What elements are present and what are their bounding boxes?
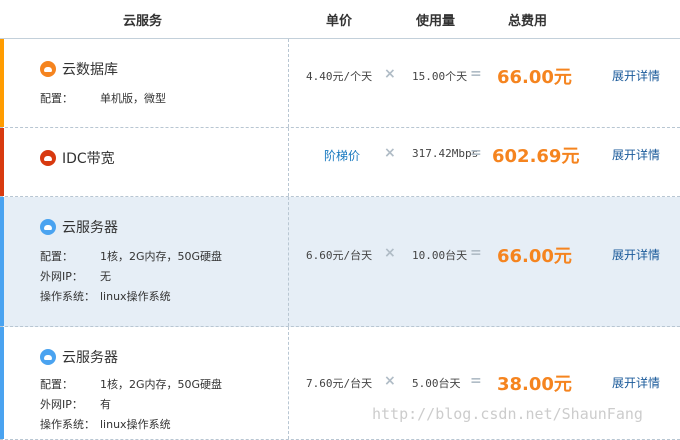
spec-line: 操作系统： linux操作系统 — [40, 287, 171, 307]
spec-label: 操作系统： — [40, 290, 95, 303]
unit-price: 7.60元/台天 — [306, 377, 373, 390]
usage: 5.00台天 — [412, 377, 461, 390]
spec-line: 外网IP： 无 — [40, 267, 111, 287]
total-cost: 38.00元 — [497, 374, 572, 395]
spec-line: 配置： 1核，2G内存，50G硬盘 — [40, 247, 222, 267]
service-name-label: 云服务器 — [62, 350, 118, 366]
spec-value: 1核，2G内存，50G硬盘 — [100, 250, 223, 263]
cloud-icon — [40, 150, 56, 166]
header-service: 云服务 — [123, 14, 163, 29]
unit-price[interactable]: 阶梯价 — [324, 147, 360, 164]
times-icon: × — [384, 373, 396, 389]
service-row: IDC带宽 阶梯价 × 317.42Mbps = 602.69元 展开详情 — [0, 128, 680, 197]
equals-icon: = — [470, 145, 482, 161]
times-icon: × — [384, 66, 396, 82]
usage: 15.00个天 — [412, 70, 468, 83]
spec-value: 无 — [100, 270, 111, 283]
header-total: 总费用 — [508, 14, 548, 29]
cloud-icon — [40, 61, 56, 77]
spec-value: 有 — [100, 398, 111, 411]
unit-price: 6.60元/台天 — [306, 249, 373, 262]
spec-label: 操作系统： — [40, 418, 95, 431]
unit-price: 4.40元/个天 — [306, 70, 373, 83]
table-header: 云服务 单价 使用量 总费用 — [0, 0, 680, 39]
equals-icon: = — [470, 373, 482, 389]
total-cost: 66.00元 — [497, 67, 572, 88]
service-name-label: 云数据库 — [62, 62, 118, 78]
spec-line: 操作系统： linux操作系统 — [40, 415, 171, 435]
spec-value: linux操作系统 — [100, 290, 171, 303]
column-divider — [288, 128, 289, 196]
row-color-bar — [0, 128, 4, 196]
header-unit-price: 单价 — [326, 14, 353, 29]
service-name: 云服务器 — [40, 347, 118, 367]
total-cost: 602.69元 — [492, 146, 580, 167]
column-divider — [288, 39, 289, 127]
cloud-icon — [40, 349, 56, 365]
spec-line: 外网IP： 有 — [40, 395, 111, 415]
usage: 10.00台天 — [412, 249, 468, 262]
service-name-label: IDC带宽 — [62, 151, 115, 167]
service-name-label: 云服务器 — [62, 220, 118, 236]
service-name: 云服务器 — [40, 217, 118, 237]
row-color-bar — [0, 39, 4, 127]
spec-line: 配置： 单机版，微型 — [40, 89, 166, 109]
spec-label: 配置： — [40, 378, 73, 391]
expand-details-link[interactable]: 展开详情 — [612, 246, 660, 263]
watermark: http://blog.csdn.net/ShaunFang — [372, 405, 643, 423]
spec-line: 配置： 1核，2G内存，50G硬盘 — [40, 375, 222, 395]
service-row: 云服务器配置： 1核，2G内存，50G硬盘外网IP： 有操作系统： linux操作系统… — [0, 327, 680, 440]
equals-icon: = — [470, 245, 482, 261]
cloud-icon — [40, 219, 56, 235]
expand-details-link[interactable]: 展开详情 — [612, 67, 660, 84]
row-color-bar — [0, 327, 4, 439]
column-divider — [288, 197, 289, 326]
usage: 317.42Mbps — [412, 147, 479, 160]
service-row: 云服务器配置： 1核，2G内存，50G硬盘外网IP： 无操作系统： linux操作系统… — [0, 197, 680, 327]
spec-label: 配置： — [40, 250, 73, 263]
spec-value: 1核，2G内存，50G硬盘 — [100, 378, 223, 391]
row-color-bar — [0, 197, 4, 326]
spec-label: 外网IP： — [40, 270, 83, 283]
service-name: 云数据库 — [40, 59, 118, 79]
total-cost: 66.00元 — [497, 246, 572, 267]
expand-details-link[interactable]: 展开详情 — [612, 146, 660, 163]
spec-label: 外网IP： — [40, 398, 83, 411]
spec-label: 配置： — [40, 92, 73, 105]
times-icon: × — [384, 145, 396, 161]
service-row: 云数据库配置： 单机版，微型 4.40元/个天 × 15.00个天 = 66.00元… — [0, 39, 680, 128]
spec-value: 单机版，微型 — [100, 92, 166, 105]
expand-details-link[interactable]: 展开详情 — [612, 374, 660, 391]
spec-value: linux操作系统 — [100, 418, 171, 431]
times-icon: × — [384, 245, 396, 261]
column-divider — [288, 327, 289, 439]
service-name: IDC带宽 — [40, 148, 115, 168]
header-usage: 使用量 — [416, 14, 456, 29]
equals-icon: = — [470, 66, 482, 82]
